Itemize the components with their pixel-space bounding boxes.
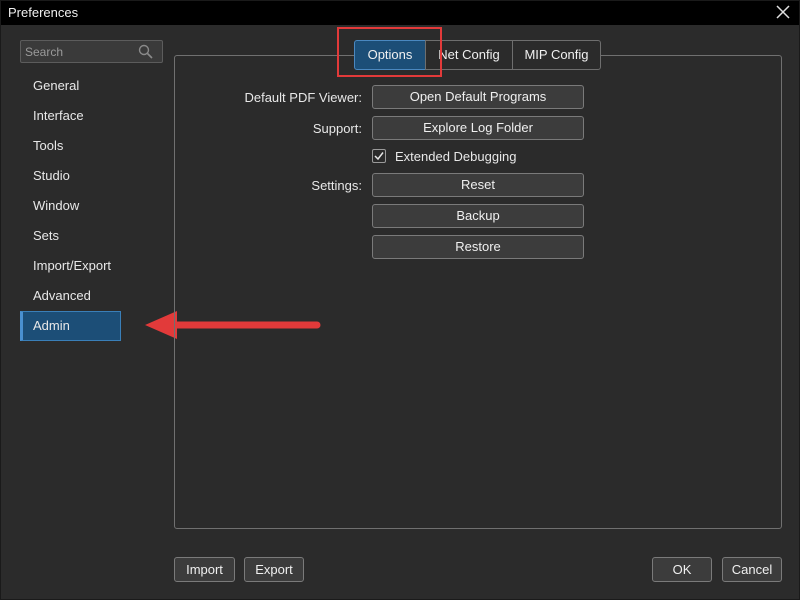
reset-button[interactable]: Reset bbox=[372, 173, 584, 197]
checkmark-icon bbox=[374, 152, 384, 161]
close-icon[interactable] bbox=[775, 4, 791, 20]
tab-bar: Options Net Config MIP Config bbox=[354, 40, 601, 70]
tab-net-config[interactable]: Net Config bbox=[425, 40, 513, 70]
cancel-button[interactable]: Cancel bbox=[722, 557, 782, 582]
sidebar-item-advanced[interactable]: Advanced bbox=[20, 281, 121, 311]
settings-label: Settings: bbox=[311, 178, 362, 193]
extended-debugging-row: Extended Debugging bbox=[372, 147, 516, 165]
ok-button[interactable]: OK bbox=[652, 557, 712, 582]
explore-log-folder-button[interactable]: Explore Log Folder bbox=[372, 116, 584, 140]
sidebar-item-sets[interactable]: Sets bbox=[20, 221, 121, 251]
export-button[interactable]: Export bbox=[244, 557, 304, 582]
sidebar-item-general[interactable]: General bbox=[20, 71, 121, 101]
sidebar-item-studio[interactable]: Studio bbox=[20, 161, 121, 191]
sidebar-item-admin[interactable]: Admin bbox=[20, 311, 121, 341]
extended-debugging-label: Extended Debugging bbox=[395, 148, 517, 164]
extended-debugging-checkbox[interactable] bbox=[372, 149, 386, 163]
pdf-viewer-label: Default PDF Viewer: bbox=[244, 90, 362, 105]
search-box[interactable] bbox=[20, 40, 163, 63]
tab-options[interactable]: Options bbox=[354, 40, 426, 70]
open-default-programs-button[interactable]: Open Default Programs bbox=[372, 85, 584, 109]
tab-mip-config[interactable]: MIP Config bbox=[512, 40, 601, 70]
support-label: Support: bbox=[312, 121, 362, 136]
sidebar-item-tools[interactable]: Tools bbox=[20, 131, 121, 161]
backup-button[interactable]: Backup bbox=[372, 204, 584, 228]
search-icon[interactable] bbox=[138, 44, 153, 59]
window-title: Preferences bbox=[8, 5, 79, 20]
preferences-window: Preferences General Interface Tools Stud… bbox=[0, 0, 800, 600]
search-input[interactable] bbox=[25, 43, 135, 60]
import-button[interactable]: Import bbox=[174, 557, 235, 582]
sidebar-nav: General Interface Tools Studio Window Se… bbox=[20, 71, 121, 341]
sidebar-item-window[interactable]: Window bbox=[20, 191, 121, 221]
sidebar-item-interface[interactable]: Interface bbox=[20, 101, 121, 131]
title-bar: Preferences bbox=[1, 1, 799, 25]
sidebar-item-import-export[interactable]: Import/Export bbox=[20, 251, 121, 281]
restore-button[interactable]: Restore bbox=[372, 235, 584, 259]
